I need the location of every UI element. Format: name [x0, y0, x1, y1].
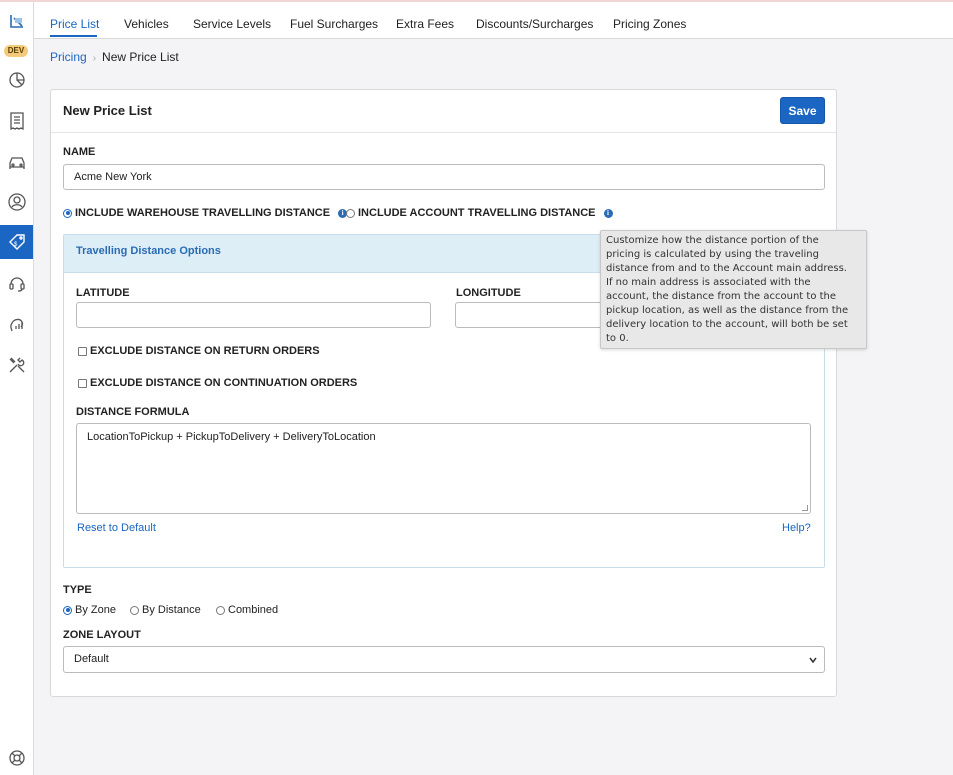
type-by-zone-option[interactable]: By Zone [63, 604, 116, 616]
logo-icon[interactable] [0, 6, 33, 40]
exclude-continuation-label: EXCLUDE DISTANCE ON CONTINUATION ORDERS [90, 377, 358, 389]
warehouse-distance-label: INCLUDE WAREHOUSE TRAVELLING DISTANCE [75, 207, 331, 219]
breadcrumb-current: New Price List [102, 50, 179, 64]
name-label: NAME [63, 146, 96, 158]
account-distance-option[interactable]: INCLUDE ACCOUNT TRAVELLING DISTANCE i [346, 207, 613, 219]
distance-formula-value: LocationToPickup + PickupToDelivery + De… [87, 431, 376, 443]
distance-info-tooltip: Customize how the distance portion of th… [600, 230, 867, 349]
chevron-down-icon [809, 657, 817, 664]
price-list-card: New Price List Save NAME INCLUDE WAREHOU… [50, 89, 837, 697]
tab-pricing-zones[interactable]: Pricing Zones [613, 17, 686, 31]
exclude-continuation-checkbox[interactable] [78, 378, 87, 388]
type-by-distance-option[interactable]: By Distance [130, 604, 201, 616]
exclude-return-label: EXCLUDE DISTANCE ON RETURN ORDERS [90, 345, 320, 357]
exclude-return-checkbox[interactable] [78, 346, 87, 356]
type-by-zone-label: By Zone [75, 604, 116, 616]
help-link[interactable]: Help? [782, 522, 811, 534]
distance-formula-textarea[interactable]: LocationToPickup + PickupToDelivery + De… [76, 423, 811, 514]
latitude-field[interactable] [76, 302, 431, 328]
tab-vehicles[interactable]: Vehicles [124, 17, 169, 31]
zone-layout-value: Default [74, 653, 109, 665]
type-combined-radio[interactable] [216, 605, 225, 615]
breadcrumb-pricing-link[interactable]: Pricing [50, 50, 87, 64]
page-title: New Price List [63, 103, 152, 118]
vehicle-icon[interactable] [0, 144, 33, 178]
tab-discounts-surcharges[interactable]: Discounts/Surcharges [476, 17, 593, 31]
analytics-icon[interactable] [0, 63, 33, 97]
help-lifebuoy-icon[interactable] [0, 741, 33, 775]
resize-handle-icon[interactable] [802, 505, 808, 511]
pricing-tag-icon[interactable]: $ [0, 225, 33, 259]
receipt-icon[interactable] [0, 104, 33, 138]
panel-title: Travelling Distance Options [76, 245, 221, 257]
account-distance-radio[interactable] [346, 208, 355, 218]
tooltip-line: Customize how the distance portion of th… [606, 235, 819, 246]
active-tab-indicator [50, 35, 97, 37]
tab-service-levels[interactable]: Service Levels [193, 17, 271, 31]
top-tabs: Price List Vehicles Service Levels Fuel … [34, 2, 953, 39]
type-by-zone-radio[interactable] [63, 605, 72, 615]
zone-layout-select[interactable]: Default [63, 646, 825, 673]
tooltip-line: distance from and to the Account main ad… [606, 263, 847, 274]
exclude-continuation-option[interactable]: EXCLUDE DISTANCE ON CONTINUATION ORDERS [78, 377, 357, 389]
divider [51, 132, 836, 133]
tooltip-line: pickup location, as well as the distance… [606, 305, 849, 316]
user-icon[interactable] [0, 185, 33, 219]
support-headset-icon[interactable] [0, 266, 33, 300]
tools-icon[interactable] [0, 348, 33, 382]
sidebar: DEV $ [0, 2, 34, 775]
name-field[interactable] [63, 164, 825, 190]
distance-formula-label: DISTANCE FORMULA [76, 406, 190, 418]
warehouse-distance-radio[interactable] [63, 208, 72, 218]
tooltip-line: delivery location to the account, will b… [606, 319, 848, 330]
type-by-distance-radio[interactable] [130, 605, 139, 615]
svg-text:$: $ [14, 242, 18, 248]
account-distance-label: INCLUDE ACCOUNT TRAVELLING DISTANCE [358, 207, 596, 219]
tab-fuel-surcharges[interactable]: Fuel Surcharges [290, 17, 378, 31]
longitude-label: LONGITUDE [456, 287, 521, 299]
save-button[interactable]: Save [780, 97, 825, 124]
latitude-label: LATITUDE [76, 287, 130, 299]
dev-badge: DEV [4, 45, 28, 57]
tooltip-line: pricing is calculated by using the trave… [606, 249, 819, 260]
type-by-distance-label: By Distance [142, 604, 201, 616]
breadcrumb: Pricing › New Price List [50, 50, 179, 64]
reset-to-default-link[interactable]: Reset to Default [77, 522, 156, 534]
tab-extra-fees[interactable]: Extra Fees [396, 17, 454, 31]
type-combined-label: Combined [228, 604, 279, 616]
type-label: TYPE [63, 584, 92, 596]
tab-price-list[interactable]: Price List [50, 17, 99, 31]
zone-layout-label: ZONE LAYOUT [63, 629, 141, 641]
tooltip-line: to 0. [606, 333, 629, 344]
chevron-right-icon: › [92, 53, 97, 64]
exclude-return-option[interactable]: EXCLUDE DISTANCE ON RETURN ORDERS [78, 345, 320, 357]
info-icon[interactable]: i [603, 208, 613, 218]
tooltip-line: If no main address is associated with th… [606, 277, 811, 288]
warehouse-distance-option[interactable]: INCLUDE WAREHOUSE TRAVELLING DISTANCE i [63, 207, 348, 219]
type-combined-option[interactable]: Combined [216, 604, 278, 616]
reports-icon[interactable] [0, 307, 33, 341]
tooltip-line: account, the distance from the account t… [606, 291, 837, 302]
